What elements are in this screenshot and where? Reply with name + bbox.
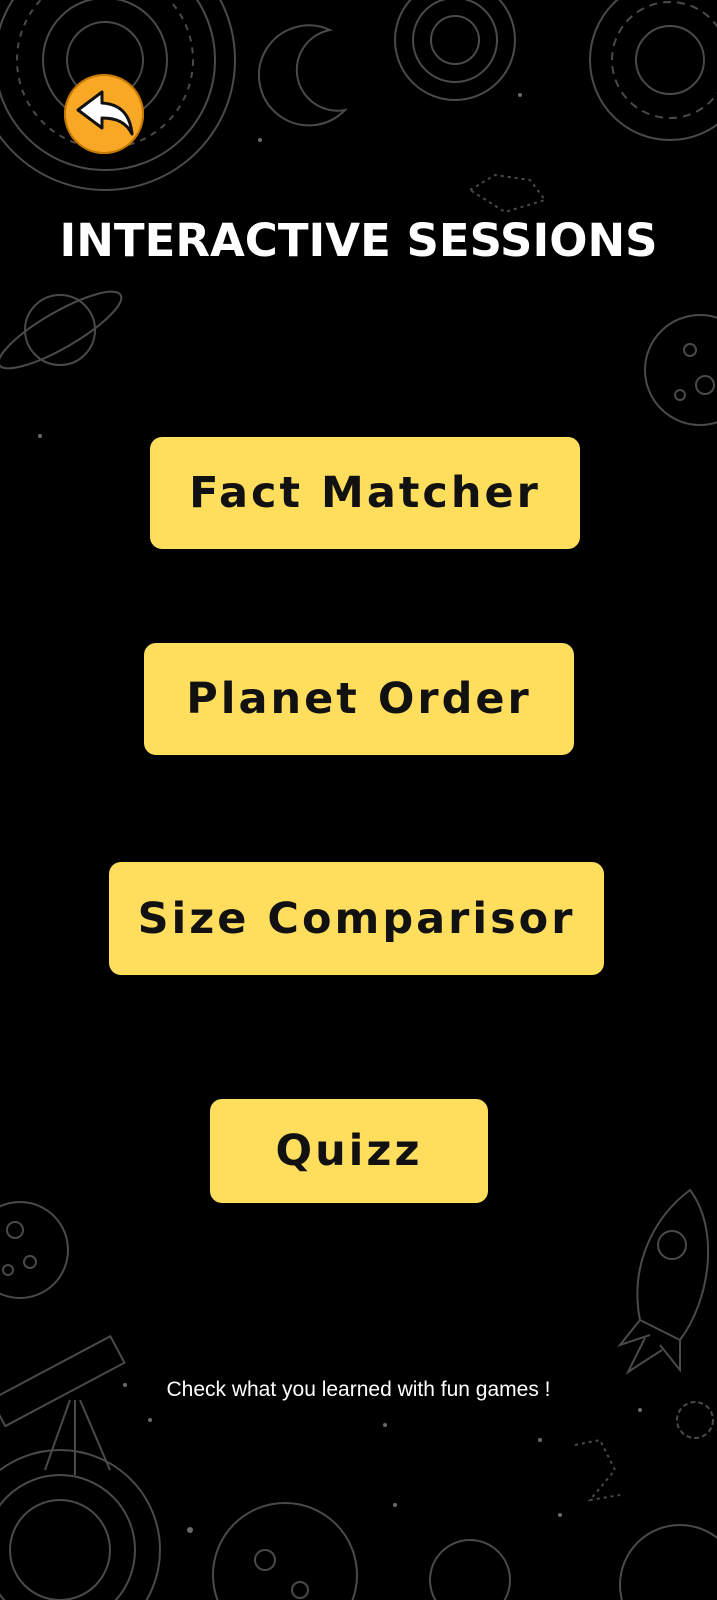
bottom-constellation-icon xyxy=(574,1438,621,1502)
small-planet-icon xyxy=(429,1539,511,1600)
moon-icon xyxy=(258,24,348,127)
back-button[interactable] xyxy=(64,74,144,154)
ringed-planet-icon xyxy=(0,290,123,370)
stars-icon xyxy=(38,93,642,1533)
bottom-planet-icon xyxy=(0,1201,69,1299)
rocket-icon xyxy=(617,1188,710,1375)
moon-crater-icon xyxy=(212,1502,358,1600)
gear-icon xyxy=(676,1401,714,1439)
bottom-spiral-icon xyxy=(0,1449,161,1600)
back-arrow-icon xyxy=(76,90,134,136)
quiz-button[interactable]: Quizz xyxy=(210,1099,488,1203)
planet-order-button[interactable]: Planet Order xyxy=(144,643,574,755)
page-title: INTERACTIVE SESSIONS xyxy=(59,214,658,267)
cratered-planet-icon xyxy=(644,314,717,426)
size-comparison-button[interactable]: Size Comparisor xyxy=(109,862,604,975)
telescope-icon xyxy=(0,1334,126,1475)
spiral-icon xyxy=(394,0,516,101)
fact-matcher-button[interactable]: Fact Matcher xyxy=(150,437,580,549)
planet-rings-icon xyxy=(589,0,717,141)
constellation-icon xyxy=(469,173,547,214)
corner-planet-icon xyxy=(619,1524,717,1600)
footer-caption: Check what you learned with fun games ! xyxy=(166,1378,551,1401)
